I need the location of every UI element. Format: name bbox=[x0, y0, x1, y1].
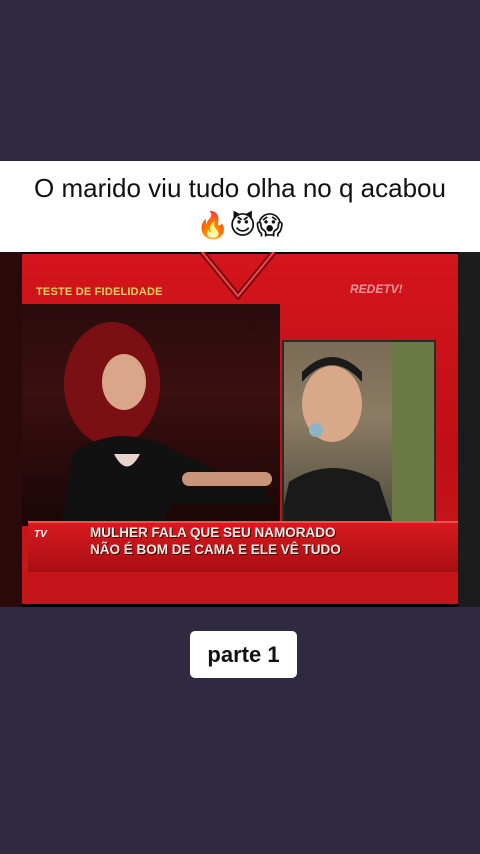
title-card: O marido viu tudo olha no q acabou 🔥😈😱 bbox=[0, 161, 480, 252]
video-title: O marido viu tudo olha no q acabou 🔥😈😱 bbox=[34, 172, 446, 240]
video-letterbox-left bbox=[0, 252, 22, 607]
woman-silhouette-icon bbox=[62, 322, 272, 526]
video-left-panel bbox=[22, 304, 280, 526]
broadcast-bottom-strip bbox=[22, 572, 458, 604]
video-player[interactable]: TESTE DE FIDELIDADE REDETV! TV MULHER FA… bbox=[0, 252, 480, 607]
segment-label: TESTE DE FIDELIDADE bbox=[36, 286, 163, 298]
caption-line-2: NÃO É BOM DE CAMA E ELE VÊ TUDO bbox=[90, 542, 341, 557]
video-right-panel bbox=[282, 340, 436, 530]
man-silhouette-icon bbox=[284, 342, 434, 528]
part-label: parte 1 bbox=[190, 631, 297, 678]
lower-third-caption: MULHER FALA QUE SEU NAMORADO NÃO É BOM D… bbox=[90, 524, 430, 558]
caption-line-1: MULHER FALA QUE SEU NAMORADO bbox=[90, 525, 336, 540]
channel-bug: REDETV! bbox=[350, 282, 403, 296]
lower-third-logo: TV bbox=[34, 529, 47, 540]
video-letterbox-right bbox=[458, 252, 480, 607]
broadcast-v-logo-icon bbox=[199, 252, 277, 301]
